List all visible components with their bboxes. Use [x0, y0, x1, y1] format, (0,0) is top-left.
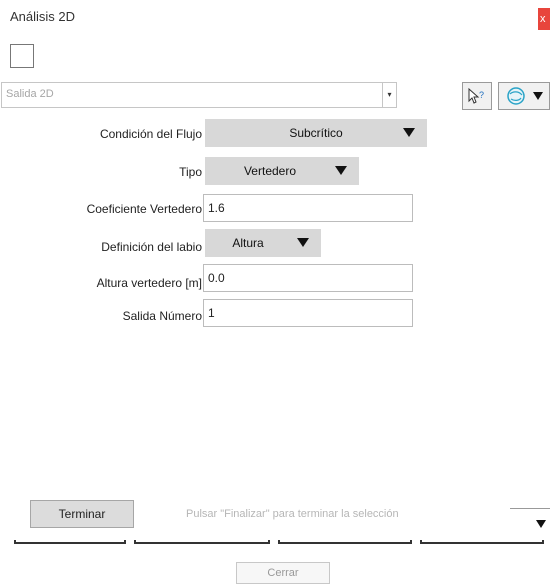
close-button[interactable]: Cerrar	[236, 562, 330, 584]
chevron-down-icon	[335, 166, 347, 175]
globe-dropdown-button[interactable]	[498, 82, 550, 110]
weir-coefficient-label: Coeficiente Vertedero	[86, 202, 202, 216]
tab-segment	[420, 540, 544, 544]
weir-coefficient-input[interactable]: 1.6	[203, 194, 413, 222]
tab-segment	[14, 540, 126, 544]
weir-height-label: Altura vertedero [m]	[96, 276, 202, 290]
finish-button[interactable]: Terminar	[30, 500, 134, 528]
flow-condition-label: Condición del Flujo	[99, 127, 202, 141]
chevron-down-icon	[533, 92, 543, 100]
divider	[510, 508, 550, 509]
tab-segment	[134, 540, 270, 544]
chevron-down-icon	[403, 128, 415, 137]
output-select-arrow[interactable]: ▾	[382, 83, 396, 107]
type-value: Vertedero	[243, 164, 297, 178]
footer-dropdown[interactable]	[510, 508, 550, 532]
outlet-number-input[interactable]: 1	[203, 299, 413, 327]
lip-definition-value: Altura	[232, 236, 264, 250]
tab-segment	[278, 540, 412, 544]
lip-definition-label: Definición del labio	[101, 240, 202, 254]
flow-condition-value: Subcrítico	[289, 126, 343, 140]
globe-icon	[507, 87, 525, 105]
flow-condition-combo[interactable]: Subcrítico	[205, 119, 427, 147]
output-select-value: Salida 2D	[6, 88, 54, 100]
outlet-number-label: Salida Número	[122, 309, 202, 323]
chevron-down-icon	[536, 520, 546, 528]
svg-text:?: ?	[479, 90, 484, 100]
close-window-button[interactable]: x	[538, 8, 550, 30]
weir-height-input[interactable]: 0.0	[203, 264, 413, 292]
help-cursor-icon: ?	[468, 87, 484, 104]
output-select[interactable]: Salida 2D ▾	[1, 82, 397, 108]
window-title: Análisis 2D	[10, 9, 76, 24]
selection-checkbox[interactable]	[10, 44, 34, 68]
chevron-down-icon	[297, 238, 309, 247]
lip-definition-combo[interactable]: Altura	[205, 229, 321, 257]
help-button[interactable]: ?	[462, 82, 492, 110]
type-label: Tipo	[179, 165, 202, 179]
type-combo[interactable]: Vertedero	[205, 157, 359, 185]
selection-hint: Pulsar "Finalizar" para terminar la sele…	[186, 508, 399, 520]
